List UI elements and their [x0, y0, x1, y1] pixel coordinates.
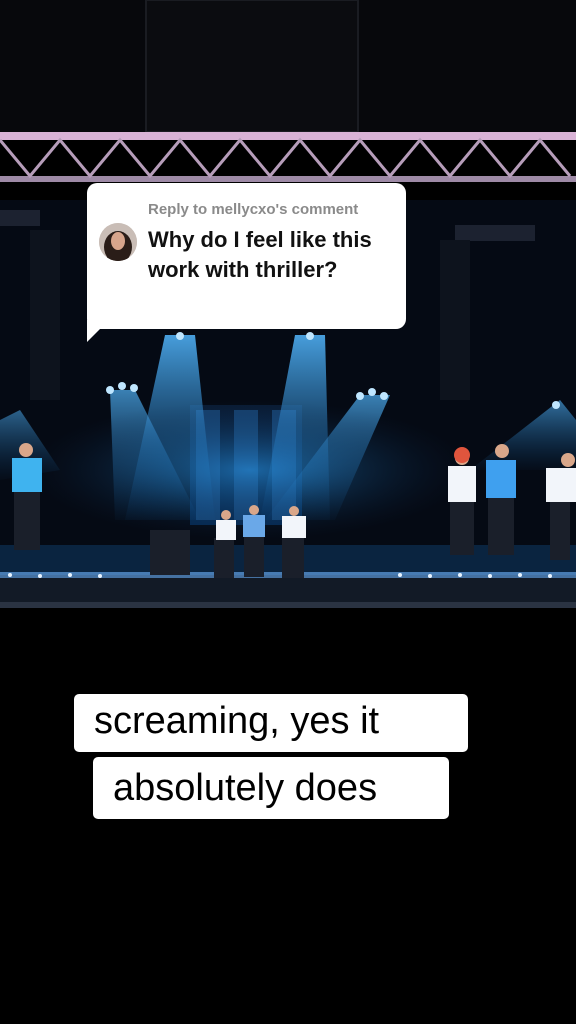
- concert-stage-video: [0, 0, 576, 1024]
- caption-line-1: screaming, yes it: [74, 694, 468, 752]
- reply-header: Reply to mellycxo's comment: [148, 201, 359, 218]
- reply-comment-card[interactable]: Reply to mellycxo's comment Why do I fee…: [87, 183, 406, 329]
- reply-comment-text: Why do I feel like this work with thrill…: [148, 227, 372, 282]
- avatar[interactable]: [99, 223, 137, 261]
- caption-line-2: absolutely does: [93, 757, 449, 819]
